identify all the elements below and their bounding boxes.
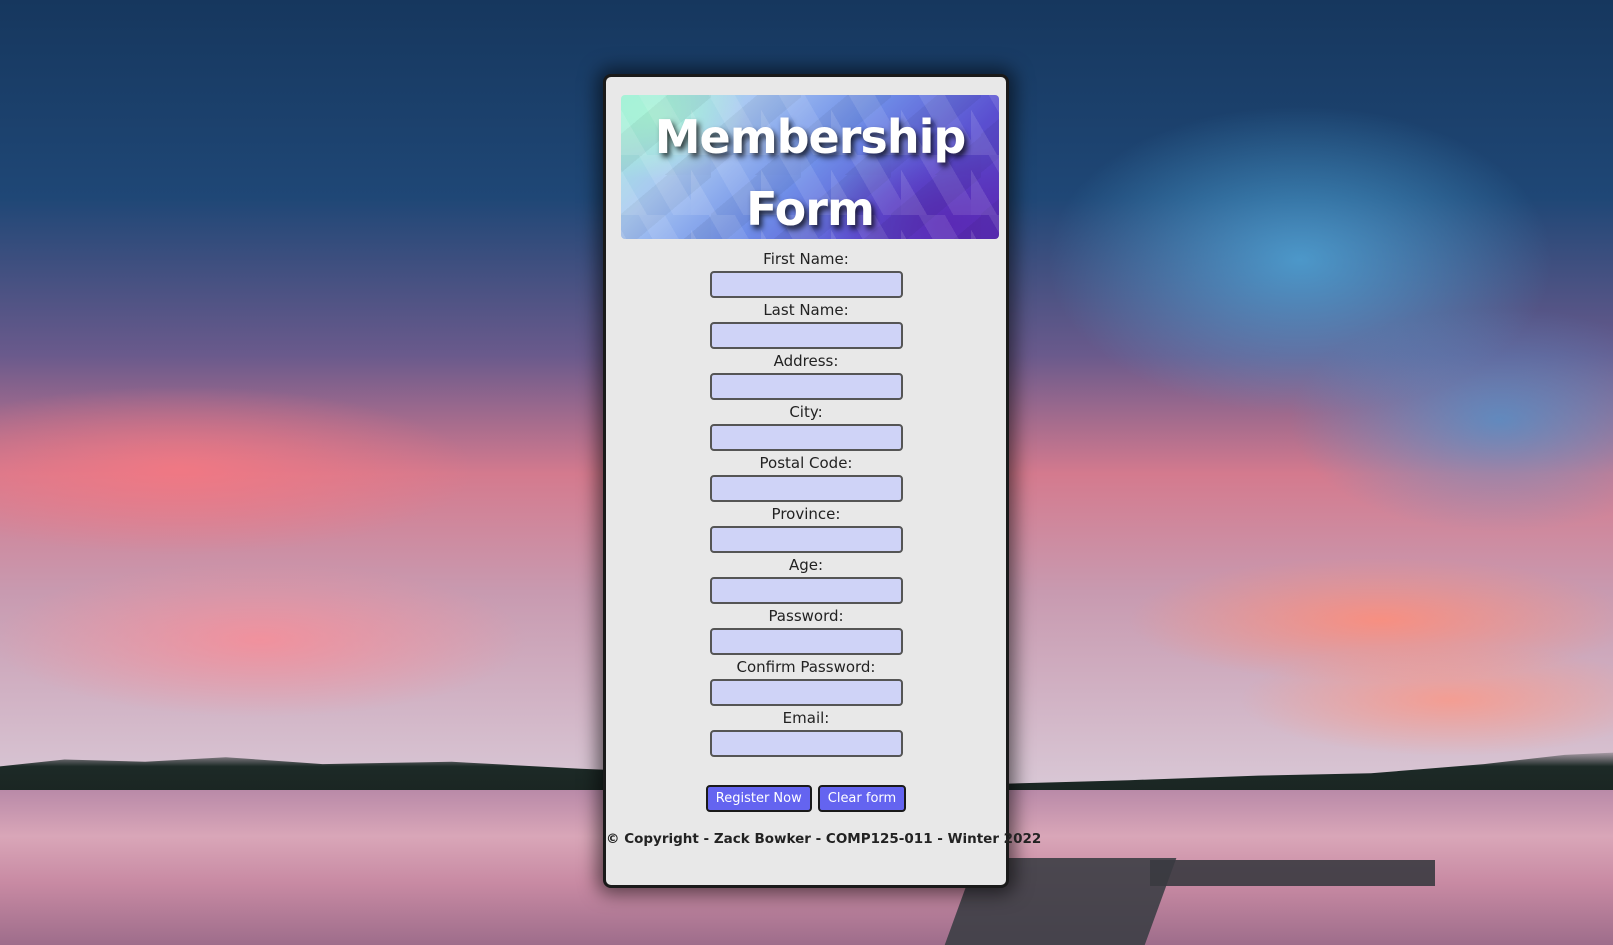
confirm-password-label: Confirm Password: — [736, 658, 876, 676]
confirm-password-input[interactable] — [709, 679, 903, 706]
province-label: Province: — [771, 505, 841, 523]
field-email: Email: — [606, 708, 1006, 759]
password-label: Password: — [768, 607, 844, 625]
age-label: Age: — [788, 556, 824, 574]
field-age: Age: — [606, 555, 1006, 606]
page-title-line1: Membership — [654, 110, 967, 164]
last-name-label: Last Name: — [763, 301, 849, 319]
field-address: Address: — [606, 351, 1006, 402]
address-input[interactable] — [709, 373, 903, 400]
page-title: Membership Form — [621, 101, 999, 239]
field-city: City: — [606, 402, 1006, 453]
form-buttons: Register Now Clear form — [606, 785, 1006, 812]
copyright-footer: © Copyright - Zack Bowker - COMP125-011 … — [606, 831, 1042, 847]
membership-form-card: Membership Form First Name: Last Name: A… — [603, 74, 1042, 888]
page-title-line2: Form — [746, 182, 875, 236]
postal-code-input[interactable] — [709, 475, 903, 502]
field-password: Password: — [606, 606, 1006, 657]
field-province: Province: — [606, 504, 1006, 555]
field-confirm-password: Confirm Password: — [606, 657, 1006, 708]
form-banner: Membership Form — [621, 95, 999, 239]
email-input[interactable] — [709, 730, 903, 757]
address-label: Address: — [773, 352, 839, 370]
email-label: Email: — [782, 709, 830, 727]
membership-form: First Name: Last Name: Address: City: Po… — [606, 249, 1006, 759]
postal-code-label: Postal Code: — [759, 454, 853, 472]
first-name-input[interactable] — [709, 271, 903, 298]
first-name-label: First Name: — [763, 250, 849, 268]
last-name-input[interactable] — [709, 322, 903, 349]
password-input[interactable] — [709, 628, 903, 655]
field-last-name: Last Name: — [606, 300, 1006, 351]
field-postal-code: Postal Code: — [606, 453, 1006, 504]
clear-form-button[interactable]: Clear form — [817, 785, 907, 812]
city-input[interactable] — [709, 424, 903, 451]
field-first-name: First Name: — [606, 249, 1006, 300]
age-input[interactable] — [709, 577, 903, 604]
dock-side — [1150, 860, 1435, 886]
province-input[interactable] — [709, 526, 903, 553]
city-label: City: — [789, 403, 823, 421]
register-now-button[interactable]: Register Now — [705, 785, 812, 812]
